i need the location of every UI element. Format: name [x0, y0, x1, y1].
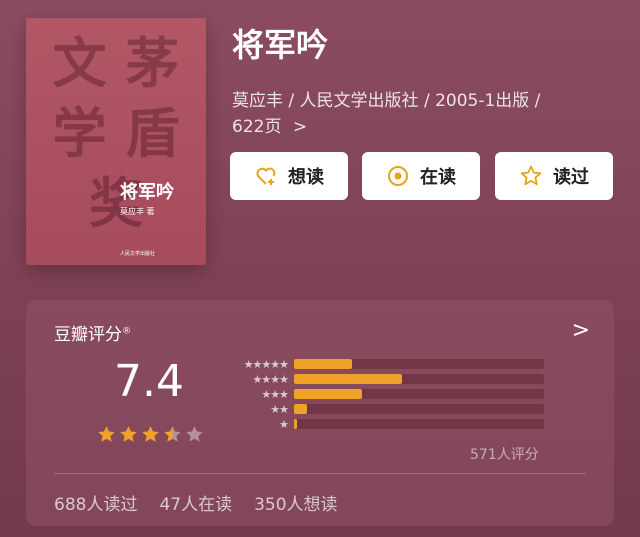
star-filled-icon	[98, 426, 115, 442]
rating-count[interactable]: 571人评分	[470, 444, 539, 464]
reader-stats: 688人读过 47人在读 350人想读	[54, 490, 338, 515]
registered-mark: ®	[122, 326, 131, 337]
chevron-right-icon[interactable]: >	[572, 318, 590, 343]
reading-button[interactable]: 在读	[362, 152, 480, 200]
have-read-label: 读过	[553, 167, 589, 188]
book-cover[interactable]: 文 茅 学 盾 奖 将军吟 莫应丰 著 人民文学出版社	[26, 18, 206, 265]
rating-bar-track	[294, 374, 544, 384]
cover-bg-line: 文 茅	[52, 31, 180, 95]
book-meta-line2: 622页	[232, 117, 282, 137]
book-meta-line1: 莫应丰 / 人民文学出版社 / 2005-1出版 /	[232, 91, 541, 111]
rating-bar-track	[294, 359, 544, 369]
reading-label: 在读	[420, 167, 456, 188]
want-count[interactable]: 350人想读	[254, 490, 337, 515]
reading-count[interactable]: 47人在读	[159, 490, 232, 515]
star-half-icon	[164, 426, 181, 442]
rating-heading-text: 豆瓣评分	[54, 325, 122, 345]
star-outline-icon	[520, 165, 542, 186]
read-count[interactable]: 688人读过	[54, 490, 137, 515]
rating-bar-track	[294, 419, 544, 429]
cover-bg-line: 学 盾	[52, 101, 180, 165]
rating-bar-fill	[294, 374, 402, 384]
star-filled-icon	[142, 426, 159, 442]
rating-bar-stars: ★★★★★	[243, 358, 289, 371]
rating-bar-stars: ★★	[270, 403, 289, 416]
rating-bar-fill	[294, 404, 307, 414]
rating-bar-fill	[294, 419, 297, 429]
rating-bar-row: ★★★★	[226, 373, 546, 387]
divider	[54, 473, 586, 474]
chevron-right-icon: >	[292, 117, 308, 137]
rating-score: 7.4	[114, 356, 184, 407]
cover-publisher: 人民文学出版社	[120, 251, 156, 257]
heart-plus-icon	[256, 167, 276, 185]
rating-bar-row: ★★★★★	[226, 358, 546, 372]
rating-card: 豆瓣评分® > 7.4 ★★★★★ ★★★★ ★★★ ★★ ★ 571人评分 688人读…	[26, 300, 614, 526]
have-read-button[interactable]: 读过	[495, 152, 613, 200]
rating-bar-stars: ★★★	[261, 388, 289, 401]
rating-heading[interactable]: 豆瓣评分®	[54, 320, 131, 345]
rating-bar-fill	[294, 389, 362, 399]
rating-bar-row: ★	[226, 418, 546, 432]
book-meta[interactable]: 莫应丰 / 人民文学出版社 / 2005-1出版 / 622页 >	[232, 88, 602, 140]
rating-bar-row: ★★	[226, 403, 546, 417]
want-to-read-button[interactable]: 想读	[230, 152, 348, 200]
rating-bar-stars: ★	[279, 418, 289, 431]
rating-bar-row: ★★★	[226, 388, 546, 402]
star-empty-icon	[186, 426, 203, 442]
want-to-read-label: 想读	[288, 167, 324, 188]
book-title: 将军吟	[232, 26, 329, 64]
rating-bar-fill	[294, 359, 352, 369]
rating-bar-track	[294, 404, 544, 414]
rating-bar-track	[294, 389, 544, 399]
cover-author: 莫应丰 著	[120, 207, 155, 216]
target-circle-icon	[388, 166, 408, 186]
rating-stars	[96, 424, 205, 445]
star-filled-icon	[120, 426, 137, 442]
rating-bar-stars: ★★★★	[252, 373, 289, 386]
cover-background-text: 文 茅 学 盾 奖	[36, 28, 196, 238]
cover-title: 将军吟	[120, 182, 174, 203]
